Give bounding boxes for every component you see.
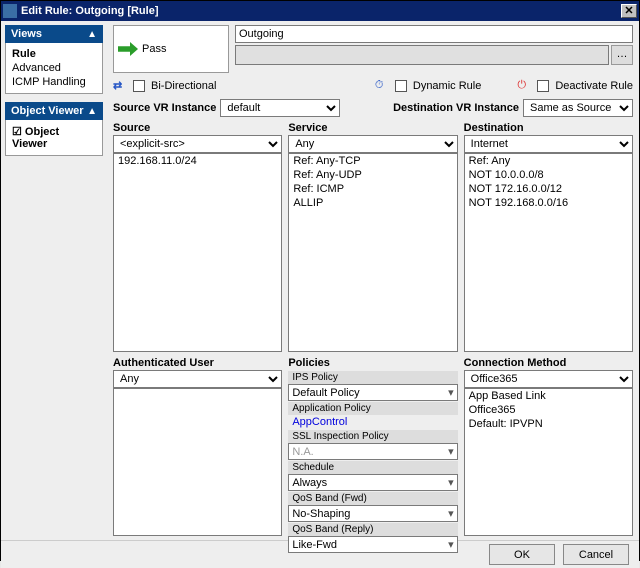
ok-button[interactable]: OK xyxy=(489,544,555,565)
list-item[interactable]: Office365 xyxy=(465,403,632,417)
cancel-button[interactable]: Cancel xyxy=(563,544,629,565)
close-icon[interactable]: ✕ xyxy=(621,4,637,18)
sidebar: Views ▲ Rule Advanced ICMP Handling Obje… xyxy=(1,21,107,540)
action-label: Pass xyxy=(142,43,166,55)
views-item-rule[interactable]: Rule xyxy=(12,47,96,61)
connmethod-header: Connection Method xyxy=(464,356,633,370)
deactivate-checkbox[interactable] xyxy=(537,80,549,92)
app-icon xyxy=(3,4,17,18)
browse-button[interactable]: … xyxy=(611,45,633,65)
connmethod-list[interactable]: App Based Link Office365 Default: IPVPN xyxy=(464,388,633,536)
ips-select[interactable]: Default Policy▾ xyxy=(288,384,457,401)
chevron-down-icon: ▾ xyxy=(448,507,454,520)
list-item[interactable]: NOT 172.16.0.0/12 xyxy=(465,182,632,196)
list-item[interactable]: NOT 192.168.0.0/16 xyxy=(465,196,632,210)
clock-icon: ⏱ xyxy=(375,79,389,93)
qosreply-label: QoS Band (Reply) xyxy=(288,523,457,536)
service-select[interactable]: Any xyxy=(288,135,457,153)
bidirectional-checkbox[interactable] xyxy=(133,80,145,92)
qosfwd-select[interactable]: No-Shaping▾ xyxy=(288,505,457,522)
pass-arrow-icon xyxy=(118,42,138,56)
ssl-label: SSL Inspection Policy xyxy=(288,430,457,443)
chevron-up-icon: ▲ xyxy=(87,29,97,40)
list-item[interactable]: Ref: ICMP xyxy=(289,182,456,196)
qosfwd-label: QoS Band (Fwd) xyxy=(288,492,457,505)
chevron-up-icon: ▲ xyxy=(87,106,97,117)
dynamic-label: Dynamic Rule xyxy=(413,80,481,92)
app-label: Application Policy xyxy=(288,402,457,415)
source-vr-select[interactable]: default xyxy=(220,99,340,117)
objectviewer-title: Object Viewer xyxy=(11,105,84,117)
source-select[interactable]: <explicit-src> xyxy=(113,135,282,153)
ssl-select: N.A.▾ xyxy=(288,443,457,460)
ips-label: IPS Policy xyxy=(288,371,457,384)
source-header: Source xyxy=(113,121,282,135)
appcontrol-link[interactable]: AppControl xyxy=(288,415,457,429)
connmethod-select[interactable]: Office365 xyxy=(464,370,633,388)
deactivate-label: Deactivate Rule xyxy=(555,80,633,92)
dest-vr-label: Destination VR Instance xyxy=(393,102,519,114)
source-vr-label: Source VR Instance xyxy=(113,102,216,114)
list-item[interactable]: Ref: Any-TCP xyxy=(289,154,456,168)
description-input[interactable] xyxy=(235,45,609,65)
list-item[interactable]: Default: IPVPN xyxy=(465,417,632,431)
destination-select[interactable]: Internet xyxy=(464,135,633,153)
objectviewer-header[interactable]: Object Viewer ▲ xyxy=(5,102,103,120)
service-list[interactable]: Ref: Any-TCP Ref: Any-UDP Ref: ICMP ALLI… xyxy=(288,153,457,352)
dest-vr-select[interactable]: Same as Source xyxy=(523,99,633,117)
qosreply-select[interactable]: Like-Fwd▾ xyxy=(288,536,457,553)
list-item[interactable]: Ref: Any xyxy=(465,154,632,168)
destination-header: Destination xyxy=(464,121,633,135)
list-item[interactable]: 192.168.11.0/24 xyxy=(114,154,281,168)
schedule-label: Schedule xyxy=(288,461,457,474)
list-item[interactable]: ALLIP xyxy=(289,196,456,210)
views-item-icmp[interactable]: ICMP Handling xyxy=(12,75,96,89)
bidirectional-label: Bi-Directional xyxy=(151,80,216,92)
authuser-list[interactable] xyxy=(113,388,282,536)
chevron-down-icon: ▾ xyxy=(448,386,454,399)
dynamic-checkbox[interactable] xyxy=(395,80,407,92)
list-item[interactable]: Ref: Any-UDP xyxy=(289,168,456,182)
action-box[interactable]: Pass xyxy=(113,25,229,73)
chevron-down-icon: ▾ xyxy=(448,476,454,489)
source-list[interactable]: 192.168.11.0/24 xyxy=(113,153,282,352)
policies-header: Policies xyxy=(288,356,457,370)
views-title: Views xyxy=(11,28,42,40)
destination-list[interactable]: Ref: Any NOT 10.0.0.0/8 NOT 172.16.0.0/1… xyxy=(464,153,633,352)
chevron-down-icon: ▾ xyxy=(448,445,454,458)
views-body: Rule Advanced ICMP Handling xyxy=(5,43,103,94)
list-item[interactable]: NOT 10.0.0.0/8 xyxy=(465,168,632,182)
views-item-advanced[interactable]: Advanced xyxy=(12,61,96,75)
authuser-select[interactable]: Any xyxy=(113,370,282,388)
window-title: Edit Rule: Outgoing [Rule] xyxy=(21,5,158,17)
titlebar: Edit Rule: Outgoing [Rule] ✕ xyxy=(1,1,639,21)
list-item[interactable]: App Based Link xyxy=(465,389,632,403)
objectviewer-body: ☑ Object Viewer xyxy=(5,120,103,156)
chevron-down-icon: ▾ xyxy=(448,538,454,551)
power-icon: ⏻ xyxy=(517,79,531,93)
schedule-select[interactable]: Always▾ xyxy=(288,474,457,491)
objectviewer-item[interactable]: ☑ Object Viewer xyxy=(12,124,96,151)
service-header: Service xyxy=(288,121,457,135)
swap-icon: ⇄ xyxy=(113,79,127,93)
authuser-header: Authenticated User xyxy=(113,356,282,370)
rule-name-input[interactable] xyxy=(235,25,633,43)
views-header[interactable]: Views ▲ xyxy=(5,25,103,43)
